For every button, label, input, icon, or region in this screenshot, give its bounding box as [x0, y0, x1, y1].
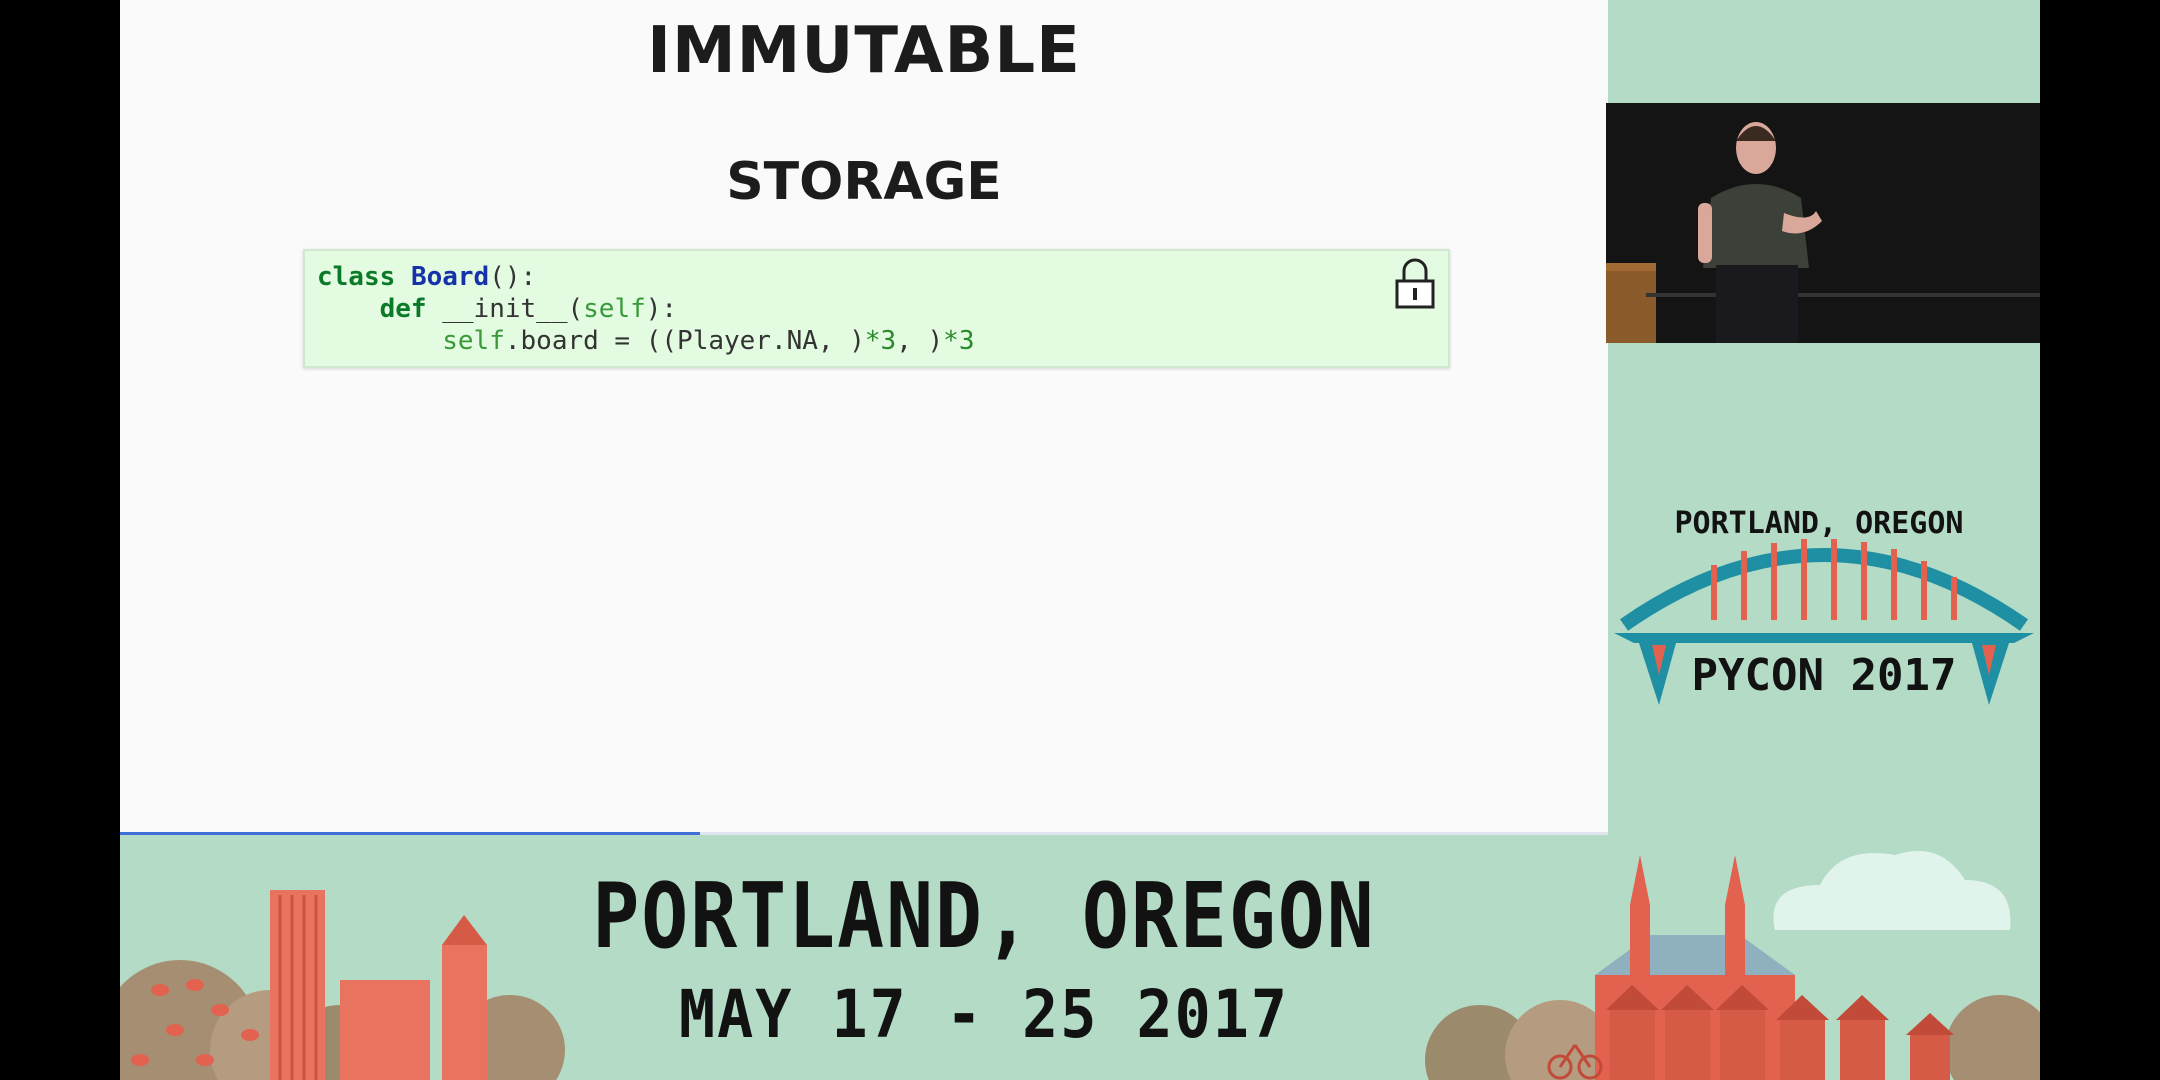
code-keyword: class: [317, 262, 396, 292]
code-class-name: Board: [410, 262, 490, 292]
code-text: .board = ((Player.NA, ): [504, 326, 865, 356]
code-multiplier: *3: [864, 326, 897, 356]
logo-line1: PORTLAND, OREGON: [1675, 506, 1964, 541]
logo-line2: PYCON 2017: [1692, 650, 1957, 701]
slide-title: IMMUTABLE: [647, 14, 1081, 88]
code-text: ):: [645, 294, 678, 324]
banner-location: PORTLAND, OREGON: [592, 865, 1376, 969]
code-self: self: [583, 294, 646, 324]
speaker-video: [1606, 103, 2040, 343]
pycon-logo: PORTLAND, OREGON PYCON 2017: [1614, 506, 2034, 705]
slide: IMMUTABLE STORAGE class Board(): def __i…: [120, 0, 1608, 835]
code-line-1: class Board():: [317, 261, 536, 293]
code-line-2: def __init__(self):: [317, 293, 677, 325]
lock-icon: [1395, 258, 1435, 309]
video-frame: IMMUTABLE STORAGE class Board(): def __i…: [120, 0, 2040, 1080]
code-multiplier: *3: [943, 326, 975, 356]
code-text: __init__(: [426, 294, 584, 324]
code-text: ():: [489, 262, 537, 292]
code-line-3: self.board = ((Player.NA, )*3, )*3: [317, 325, 974, 357]
slide-subtitle: STORAGE: [726, 152, 1002, 212]
code-self: self: [442, 326, 505, 356]
code-block: class Board(): def __init__(self): self.…: [303, 249, 1450, 368]
code-keyword: def: [379, 294, 427, 324]
banner-dates: MAY 17 - 25 2017: [679, 976, 1289, 1054]
code-text: , ): [896, 326, 944, 356]
